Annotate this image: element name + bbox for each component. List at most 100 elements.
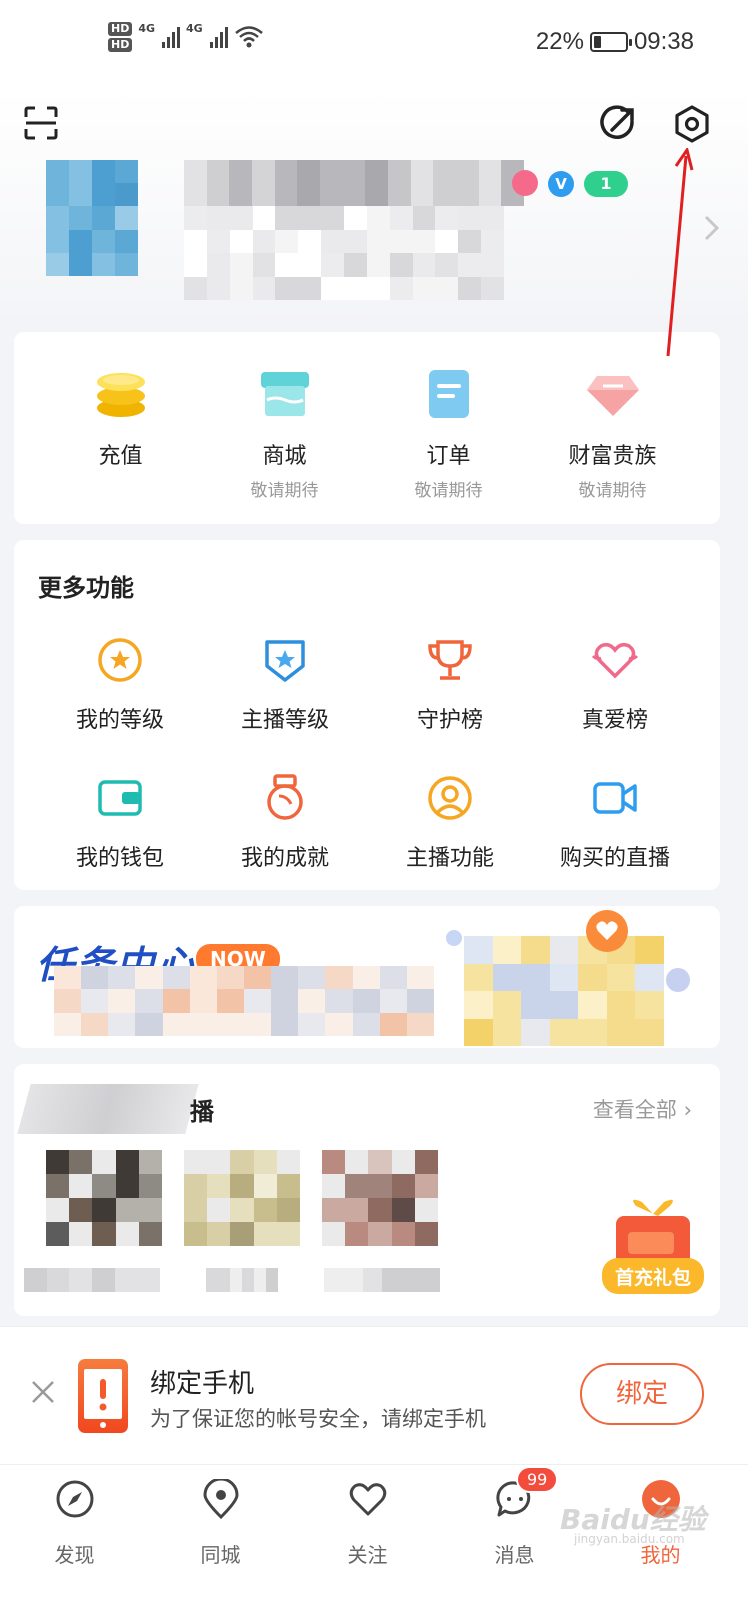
mosaic-cell (274, 160, 298, 206)
mosaic-cell (275, 206, 299, 230)
mosaic-cell (69, 1268, 92, 1292)
mosaic-cell (189, 966, 217, 990)
nav-follow[interactable]: 关注 (293, 1465, 442, 1568)
mosaic-cell (69, 1198, 93, 1222)
mosaic-cell (216, 989, 244, 1013)
grid-item-wallet[interactable]: 我的钱包 (32, 774, 208, 872)
gear-icon[interactable] (672, 104, 712, 144)
mosaic-cell (521, 963, 550, 991)
anchor-avatar[interactable] (184, 1150, 300, 1246)
grid-item-my-level[interactable]: 我的等级 (32, 636, 208, 734)
mosaic-cell (352, 1012, 380, 1036)
view-all-link[interactable]: 查看全部 › (593, 1094, 692, 1124)
nav-local[interactable]: 同城 (146, 1465, 295, 1568)
status-bar: HD HD 4G 4G 22% 09:38 (0, 0, 748, 90)
mosaic-cell (325, 966, 353, 990)
quick-item-recharge[interactable]: 充值 (38, 332, 203, 476)
edit-icon[interactable] (598, 104, 638, 144)
anchor-name-blurred (24, 1268, 160, 1292)
medal-icon (267, 774, 303, 820)
mosaic-cell (481, 229, 504, 253)
mosaic-cell (275, 229, 299, 253)
mosaic-cell (549, 963, 579, 991)
mosaic-cell (321, 206, 344, 230)
mosaic-cell (115, 206, 138, 230)
mosaic-cell (184, 1150, 208, 1174)
mosaic-cell (492, 1018, 522, 1046)
mosaic-cell (243, 966, 272, 990)
mosaic-cell (135, 966, 163, 990)
mosaic-cell (108, 989, 136, 1013)
mosaic-cell (342, 160, 366, 206)
anchor-avatar[interactable] (322, 1150, 438, 1246)
mosaic-cell (266, 1268, 278, 1292)
grid-item-true-love-rank[interactable]: 真爱榜 (527, 636, 703, 734)
mosaic-cell (92, 160, 115, 184)
grid-item-label: 主播等级 (240, 708, 329, 733)
annotation-arrow (666, 148, 694, 357)
mosaic-cell (406, 989, 434, 1013)
quick-item-orders[interactable]: 订单 敬请期待 (366, 332, 531, 501)
mosaic-cell (298, 1012, 326, 1036)
mosaic-cell (298, 229, 322, 253)
mosaic-cell (206, 229, 230, 253)
mosaic-cell (206, 276, 230, 300)
mosaic-cell (271, 966, 299, 990)
first-recharge-gift-icon[interactable]: 首充礼包 (598, 1198, 708, 1302)
clock: 09:38 (633, 28, 694, 55)
user-info-blurred (184, 206, 504, 300)
mosaic-cell (635, 963, 664, 991)
mosaic-cell (92, 206, 115, 230)
grid-item-anchor-level[interactable]: 主播等级 (197, 636, 373, 734)
mosaic-cell (481, 253, 504, 277)
mosaic-cell (606, 991, 636, 1019)
gift-label: 首充礼包 (615, 1266, 691, 1289)
network-type-2: 4G (186, 22, 203, 35)
mosaic-cell (54, 966, 82, 990)
mosaic-cell (92, 1198, 116, 1222)
mosaic-cell (549, 1018, 579, 1046)
quick-item-label: 订单 (426, 444, 471, 469)
mosaic-cell (81, 1012, 109, 1036)
mosaic-cell (324, 1268, 344, 1292)
mosaic-cell (464, 936, 493, 964)
mosaic-cell (46, 252, 69, 276)
mosaic-cell (391, 1174, 415, 1198)
mosaic-cell (207, 1150, 231, 1174)
mosaic-cell (229, 253, 253, 277)
task-center-banner[interactable]: 任务中心 NOW (14, 906, 720, 1048)
mosaic-cell (297, 160, 320, 206)
grid-item-achievements[interactable]: 我的成就 (197, 774, 373, 872)
close-icon[interactable] (30, 1379, 56, 1405)
mosaic-cell (366, 206, 390, 230)
mosaic-cell (184, 1222, 208, 1246)
mosaic-cell (276, 1174, 300, 1198)
mosaic-cell (184, 160, 207, 206)
mosaic-cell (69, 183, 92, 207)
mosaic-cell (162, 966, 190, 990)
gender-badge (512, 170, 538, 196)
task-desc-blurred (54, 966, 434, 1036)
avatar[interactable] (46, 160, 138, 276)
bind-button[interactable]: 绑定 (580, 1363, 704, 1425)
mosaic-cell (521, 991, 550, 1019)
grid-item-anchor-functions[interactable]: 主播功能 (362, 774, 538, 872)
mosaic-cell (492, 991, 522, 1019)
bind-description: 为了保证您的帐号安全，请绑定手机 (150, 1407, 486, 1431)
mosaic-cell (252, 229, 276, 253)
mosaic-cell (115, 1222, 139, 1246)
anchor-avatar[interactable] (46, 1150, 162, 1246)
grid-item-label: 我的钱包 (75, 846, 164, 871)
scan-icon[interactable] (24, 106, 58, 140)
grid-item-guard-rank[interactable]: 守护榜 (362, 636, 538, 734)
mosaic-cell (412, 253, 436, 277)
nav-discover[interactable]: 发现 (0, 1465, 149, 1568)
mosaic-cell (458, 253, 482, 277)
battery-percent: 22% (535, 28, 584, 55)
chevron-right-icon[interactable] (702, 214, 722, 242)
mosaic-cell (46, 1174, 70, 1198)
mosaic-cell (92, 1174, 116, 1198)
grid-item-purchased-live[interactable]: 购买的直播 (527, 774, 703, 872)
quick-item-store[interactable]: 商城 敬请期待 (202, 332, 367, 501)
mosaic-cell (352, 966, 380, 990)
